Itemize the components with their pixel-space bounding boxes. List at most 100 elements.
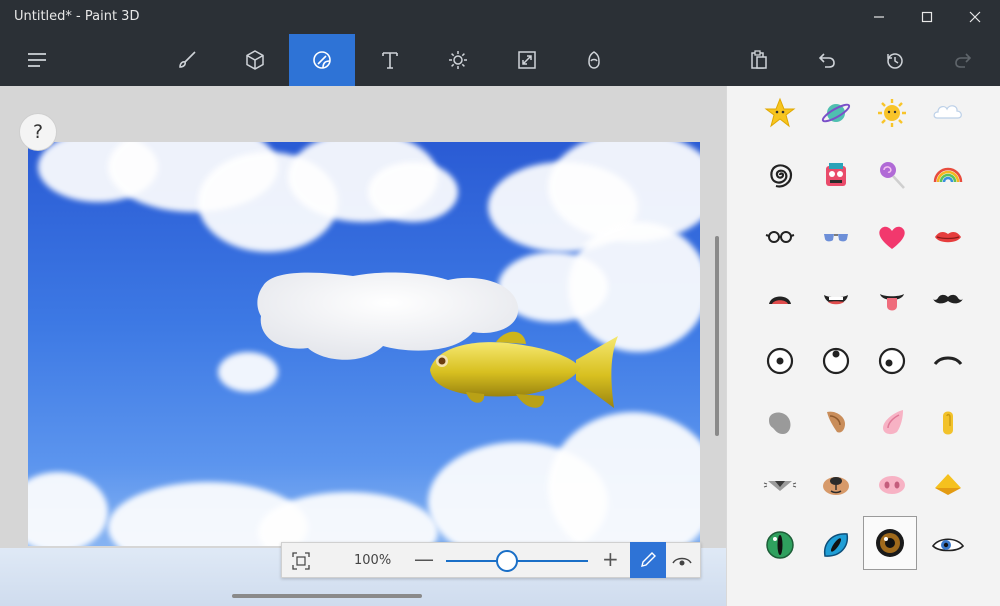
planet-sticker[interactable]	[809, 86, 863, 140]
brown-eye-sticker-icon	[876, 529, 904, 557]
redo-icon	[955, 53, 972, 68]
zoom-bar: 100% — +	[281, 542, 701, 578]
tab-effects[interactable]	[425, 34, 491, 86]
beak-sticker-icon	[935, 474, 961, 495]
3d-fish-object[interactable]	[426, 322, 626, 422]
pink-ear-sticker[interactable]	[865, 396, 919, 450]
sunglasses-sticker-icon	[824, 234, 848, 242]
tongue-mouth-sticker[interactable]	[865, 272, 919, 326]
cloud	[368, 162, 458, 222]
tab-stickers[interactable]	[289, 34, 355, 86]
fit-screen-icon	[292, 552, 310, 570]
eye-up-sticker[interactable]	[809, 334, 863, 388]
eye-center-sticker-icon	[766, 347, 794, 375]
grey-nose-sticker[interactable]	[753, 458, 807, 512]
beak-sticker[interactable]	[921, 458, 975, 512]
mustache-sticker[interactable]	[921, 272, 975, 326]
close-button[interactable]	[952, 0, 998, 34]
view-mode-button[interactable]	[670, 549, 694, 573]
vertical-scrollbar[interactable]	[715, 236, 719, 436]
tab-3d-shapes[interactable]	[222, 34, 288, 86]
sticker-panel	[726, 86, 1000, 606]
open-mouth-sticker[interactable]	[753, 272, 807, 326]
sunglasses-sticker[interactable]	[809, 210, 863, 264]
pig-nose-sticker[interactable]	[865, 458, 919, 512]
minimize-button[interactable]	[856, 0, 902, 34]
drawing-canvas[interactable]	[28, 142, 700, 546]
title-bar: Untitled* - Paint 3D	[0, 0, 1000, 34]
smile-mouth-sticker[interactable]	[809, 272, 863, 326]
yellow-ear-sticker[interactable]	[921, 396, 975, 450]
lips-sticker[interactable]	[921, 210, 975, 264]
dog-nose-sticker[interactable]	[809, 458, 863, 512]
undo-icon	[818, 53, 835, 68]
pen-mode-button[interactable]	[630, 542, 666, 578]
eye-icon	[672, 557, 692, 566]
close-icon	[969, 11, 981, 23]
cloud-sticker[interactable]	[921, 86, 975, 140]
zoom-level-text: 100%	[354, 553, 392, 568]
undo-button[interactable]	[794, 34, 860, 86]
maximize-button[interactable]	[904, 0, 950, 34]
cat-eye-sticker[interactable]	[809, 518, 863, 572]
star-sticker-icon	[764, 97, 796, 128]
maximize-icon	[921, 11, 933, 23]
pink-ear-sticker-icon	[883, 410, 903, 435]
history-button[interactable]	[862, 34, 928, 86]
tab-text[interactable]	[357, 34, 423, 86]
grey-ear-sticker-icon	[769, 412, 791, 434]
eyebrow-sticker[interactable]	[921, 334, 975, 388]
zoom-slider-thumb[interactable]	[496, 550, 519, 572]
brown-ear-sticker-icon	[827, 411, 845, 433]
blue-eye-sticker[interactable]	[921, 518, 975, 572]
help-button[interactable]: ?	[19, 113, 57, 151]
sun-icon	[449, 51, 467, 69]
rainbow-sticker[interactable]	[921, 148, 975, 202]
star-sticker[interactable]	[753, 86, 807, 140]
minimize-icon	[874, 16, 884, 18]
eye-up-sticker-icon	[822, 347, 850, 375]
horizontal-scrollbar[interactable]	[232, 594, 422, 598]
yellow-ear-sticker-icon	[943, 411, 953, 435]
paint3d-window: Untitled* - Paint 3D ? 100% — +	[0, 0, 1000, 606]
tongue-mouth-sticker-icon	[880, 294, 904, 311]
brown-ear-sticker[interactable]	[809, 396, 863, 450]
blue-eye-sticker-icon	[931, 538, 965, 552]
eye-side-sticker[interactable]	[865, 334, 919, 388]
heart-sticker-icon	[879, 226, 905, 249]
eye-side-sticker-icon	[878, 347, 906, 375]
cat-eye-sticker-icon	[823, 533, 849, 557]
history-icon	[887, 53, 903, 69]
grey-nose-sticker-icon	[763, 481, 797, 491]
lips-sticker-icon	[935, 232, 961, 243]
paste-icon	[751, 50, 767, 69]
tab-canvas[interactable]	[494, 34, 560, 86]
grey-ear-sticker[interactable]	[753, 396, 807, 450]
tab-brushes[interactable]	[154, 34, 220, 86]
eye-center-sticker[interactable]	[753, 334, 807, 388]
spiral-sticker[interactable]	[753, 148, 807, 202]
eyebrow-sticker-icon	[933, 356, 963, 366]
robot-face-sticker-icon	[826, 163, 846, 186]
heart-sticker[interactable]	[865, 210, 919, 264]
paste-button[interactable]	[726, 34, 792, 86]
brush-icon	[179, 51, 196, 68]
lollipop-sticker[interactable]	[865, 148, 919, 202]
pig-nose-sticker-icon	[879, 476, 905, 494]
green-eye-sticker-icon	[766, 531, 794, 559]
glasses-sticker[interactable]	[753, 210, 807, 264]
sun-sticker-icon	[878, 99, 906, 127]
brown-eye-sticker[interactable]	[863, 516, 917, 570]
cube-icon	[246, 50, 264, 70]
tab-3d-library[interactable]	[561, 34, 627, 86]
cloud-sticker-icon	[933, 105, 962, 119]
redo-button[interactable]	[930, 34, 996, 86]
zoom-in-button[interactable]: +	[602, 547, 619, 571]
sun-sticker[interactable]	[865, 86, 919, 140]
robot-face-sticker[interactable]	[809, 148, 863, 202]
planet-sticker-icon	[821, 103, 851, 123]
green-eye-sticker[interactable]	[753, 518, 807, 572]
menu-button[interactable]	[4, 34, 70, 86]
zoom-out-button[interactable]: —	[414, 547, 434, 571]
fit-to-window-button[interactable]	[290, 550, 312, 572]
